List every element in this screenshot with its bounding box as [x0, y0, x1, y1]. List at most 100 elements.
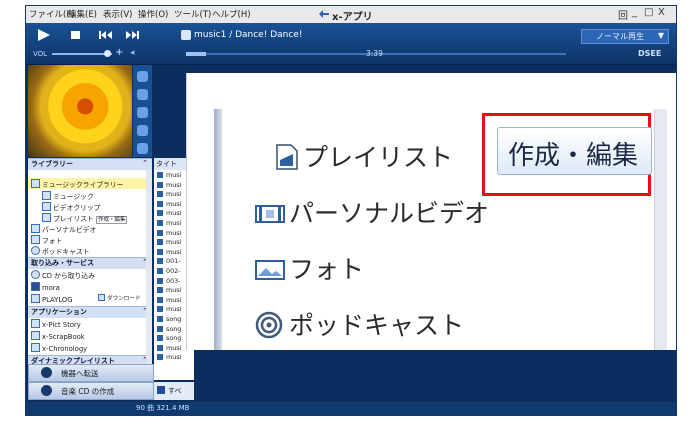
album-art	[28, 65, 132, 157]
menu-help[interactable]: ヘルプ(H)	[212, 8, 251, 20]
section-library[interactable]: ライブラリー ⌃	[28, 158, 152, 170]
sidebar-item-music[interactable]: ミュージック	[42, 191, 94, 201]
playlist-document-icon	[276, 144, 298, 170]
artist-icon[interactable]	[137, 89, 148, 100]
zoom-item-podcast: ポッドキャスト	[255, 306, 464, 342]
playlist-icon	[42, 213, 51, 222]
track-title-cell: musi	[166, 238, 182, 247]
track-title-cell: musi	[166, 286, 182, 295]
stop-icon[interactable]	[68, 29, 84, 41]
section-label: アプリケーション	[31, 308, 87, 316]
zoom-scrollbar	[654, 109, 667, 350]
sidebar-item-mora[interactable]: mora	[31, 282, 60, 292]
sidebar-item-download[interactable]: ダウンロード	[98, 294, 141, 302]
music-icon	[42, 191, 51, 200]
track-title-cell: song	[166, 324, 182, 333]
playlist-edit-badge[interactable]: 作成・編集	[95, 216, 128, 224]
podcast-icon	[255, 311, 283, 339]
track-icon	[157, 248, 163, 255]
sidebar-item-podcast[interactable]: ポッドキャスト	[31, 246, 90, 256]
sidebar-item-playlog[interactable]: PLAYLOG	[31, 294, 72, 304]
section-label: ライブラリー	[31, 160, 73, 168]
genre-icon[interactable]	[137, 125, 148, 136]
sidebar-item-cd-import[interactable]: CD から取り込み	[31, 270, 95, 280]
zoom-callout: プレイリスト 作成・編集 パーソナルビデオ フォト ポッドキャスト	[186, 73, 676, 350]
mini-player-button[interactable]: 回	[618, 7, 628, 22]
menu-operate[interactable]: 操作(O)	[138, 8, 168, 20]
maximize-button[interactable]: □	[644, 7, 653, 18]
sidebar-item-label: x-Pict Story	[42, 321, 81, 329]
device-icon	[41, 367, 52, 378]
album-icon[interactable]	[137, 107, 148, 118]
menu-view[interactable]: 表示(V)	[103, 8, 132, 20]
transfer-to-device-button[interactable]: 機器へ転送	[28, 364, 154, 382]
photo-icon	[31, 235, 40, 244]
speaker-icon[interactable]: ◂	[130, 48, 135, 58]
sidebar-item-personal-video[interactable]: パーソナルビデオ	[31, 224, 96, 234]
app-icon	[31, 343, 40, 352]
sidebar-scrollbar[interactable]	[146, 170, 152, 370]
music-note-icon	[181, 30, 191, 40]
zoom-sidebar-edge	[214, 109, 222, 350]
checkbox-icon[interactable]	[157, 386, 165, 394]
sidebar-item-label: ビデオクリップ	[53, 204, 101, 212]
sidebar-item-chronology[interactable]: x-Chronology	[31, 343, 87, 353]
search-icon[interactable]	[137, 71, 148, 82]
select-all-checkbox[interactable]: すべ	[154, 382, 194, 400]
photo-icon	[255, 260, 285, 280]
dsee-indicator[interactable]: DSEE	[638, 49, 661, 58]
track-icon	[157, 258, 163, 265]
menu-edit[interactable]: 編集(E)	[68, 8, 97, 20]
x-app-window: ファイル(F) 編集(E) 表示(V) 操作(O) ツール(T) ヘルプ(H) …	[25, 5, 677, 416]
burn-cd-button[interactable]: 音楽 CD の作成	[28, 382, 154, 400]
sidebar-item-pict-story[interactable]: x-Pict Story	[31, 319, 81, 329]
create-edit-button[interactable]: 作成・編集	[497, 127, 652, 175]
previous-icon[interactable]	[98, 29, 114, 41]
section-label: 取り込み・サービス	[31, 259, 94, 267]
track-title-cell: musi	[166, 219, 182, 227]
zoom-item-label: フォト	[289, 255, 365, 284]
sidebar-item-label: プレイリスト	[53, 215, 94, 223]
sidebar-item-video-clip[interactable]: ビデオクリップ	[42, 202, 100, 212]
volume-label: VOL	[33, 50, 48, 58]
track-icon	[157, 200, 163, 207]
sidebar-item-label: パーソナルビデオ	[42, 226, 97, 234]
playlist-view-icon[interactable]	[137, 143, 148, 154]
volume-up-icon[interactable]: +	[115, 47, 123, 58]
column-header-label: タイト	[156, 160, 177, 168]
sidebar: ライブラリー ⌃ ミュージックライブラリー ミュージック ビデオクリップ プレイ…	[28, 158, 152, 380]
track-title-cell: musi	[166, 209, 182, 218]
sidebar-item-music-library[interactable]: ミュージックライブラリー	[31, 179, 123, 189]
sidebar-item-photo[interactable]: フォト	[31, 235, 62, 245]
button-label: 作成・編集	[508, 141, 639, 171]
track-icon	[157, 277, 163, 284]
section-import-services[interactable]: 取り込み・サービス ⌃	[28, 257, 152, 269]
app-icon	[31, 331, 40, 340]
volume-slider[interactable]	[52, 53, 112, 55]
status-bar: 90 曲 321.4 MB	[26, 402, 676, 415]
track-title-cell: musi	[166, 295, 182, 304]
volume-knob[interactable]	[104, 50, 111, 57]
sidebar-item-playlist[interactable]: プレイリスト 作成・編集	[42, 213, 128, 224]
section-applications[interactable]: アプリケーション ⌃	[28, 306, 152, 318]
table-row[interactable]: musi	[154, 353, 194, 362]
minimize-button[interactable]: _	[632, 7, 637, 18]
zoom-item-playlist: プレイリスト	[275, 138, 453, 174]
sidebar-item-scrapbook[interactable]: x-ScrapBook	[31, 331, 85, 341]
play-mode-value: ノーマル再生	[596, 32, 644, 41]
music-note-icon	[31, 179, 40, 188]
sidebar-item-label: x-Chronology	[42, 345, 88, 353]
menu-tools[interactable]: ツール(T)	[174, 8, 211, 20]
next-icon[interactable]	[124, 29, 140, 41]
play-icon[interactable]	[36, 29, 52, 41]
sidebar-item-label: CD から取り込み	[42, 272, 95, 280]
track-icon	[157, 239, 163, 246]
track-icon	[157, 268, 163, 274]
sidebar-item-label: ポッドキャスト	[42, 248, 90, 256]
cd-burn-icon	[41, 385, 52, 396]
track-title-cell: musi	[166, 190, 182, 199]
close-button[interactable]: X	[658, 7, 665, 18]
play-mode-select[interactable]: ノーマル再生 ▼	[581, 29, 669, 44]
collapse-icon[interactable]: ⌃	[142, 159, 148, 167]
seek-progress[interactable]	[186, 52, 206, 56]
